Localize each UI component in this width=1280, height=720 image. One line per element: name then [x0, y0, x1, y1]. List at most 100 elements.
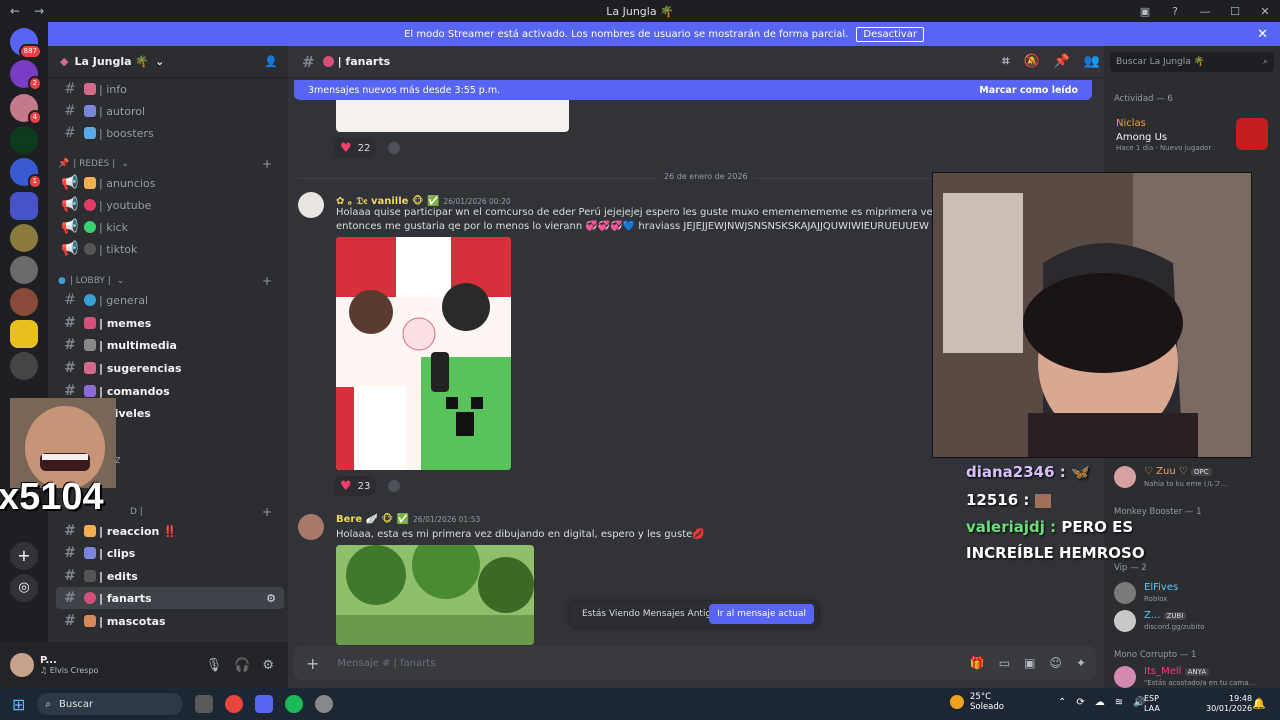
channel-fanarts[interactable]: # | fanarts ⚙ — [56, 587, 284, 609]
inbox-icon[interactable]: ▣ — [1130, 5, 1160, 18]
emoji-icon[interactable]: ☺ — [1049, 656, 1062, 670]
add-reaction-icon[interactable] — [388, 142, 400, 154]
fanart-image[interactable]: Perú — [336, 237, 511, 470]
spotify-icon[interactable] — [285, 695, 304, 713]
members-icon[interactable]: 👥 — [1084, 54, 1100, 69]
clock[interactable]: 19:48 30/01/2026 — [1206, 694, 1252, 714]
activity-user[interactable]: Niclas — [1116, 118, 1146, 129]
chrome-icon[interactable] — [225, 695, 244, 713]
avatar[interactable] — [298, 514, 324, 540]
obs-icon[interactable] — [315, 695, 334, 713]
gear-icon[interactable]: ⚙ — [262, 658, 274, 673]
member-name[interactable]: Z... ZUBI — [1144, 610, 1187, 621]
channel-tiktok[interactable]: 📢 | tiktok — [56, 238, 284, 260]
reaction-heart[interactable]: ♥ 22 — [334, 138, 377, 158]
wifi-icon[interactable]: ≋ — [1115, 697, 1123, 708]
server-icon[interactable] — [10, 224, 38, 252]
server-icon[interactable]: 1 — [10, 158, 42, 189]
discover-icon[interactable]: ◎ — [10, 574, 38, 602]
taskbar-search[interactable]: ⌕ Buscar — [37, 693, 184, 715]
jump-to-present-button[interactable]: Ir al mensaje actual — [709, 604, 814, 624]
channel-boosters[interactable]: # | boosters — [56, 122, 284, 144]
close-icon[interactable]: ✕ — [1257, 27, 1268, 42]
threads-icon[interactable]: ⌗ — [1002, 54, 1009, 69]
pin-icon[interactable]: 📌 — [1054, 54, 1070, 69]
chevron-up-icon[interactable]: ⌃ — [1058, 697, 1066, 708]
channel-anuncios[interactable]: 📢 | anuncios — [56, 172, 284, 194]
message-author[interactable]: Bere 🪽 🐵 ✅ — [336, 514, 409, 525]
discord-icon[interactable] — [255, 695, 274, 713]
reaction-heart[interactable]: ♥ 23 — [334, 476, 377, 496]
language-indicator[interactable]: ESP LAA — [1144, 694, 1160, 714]
sync-icon[interactable]: ⟳ — [1076, 697, 1084, 708]
settings-icon[interactable]: ⚙ — [266, 592, 276, 605]
close-window-icon[interactable]: ✕ — [1250, 5, 1280, 18]
add-attachment-icon[interactable]: + — [306, 654, 319, 673]
add-channel-icon[interactable]: + — [262, 274, 272, 288]
channel-autorol[interactable]: # | autorol — [56, 100, 284, 122]
channel-edits[interactable]: # | edits — [56, 565, 284, 587]
gift-icon[interactable]: 🎁 — [970, 656, 985, 670]
minimize-icon[interactable]: — — [1190, 5, 1220, 18]
add-server-icon[interactable]: + — [10, 542, 38, 570]
server-header[interactable]: ◆ La Jungla 🌴 ⌄ 👤 — [48, 46, 288, 78]
previous-image[interactable] — [336, 100, 569, 132]
category-lobby[interactable]: ● | LOBBY | ⌄ + — [58, 273, 278, 289]
avatar[interactable] — [10, 653, 34, 677]
channel-multimedia[interactable]: # | multimedia — [56, 334, 284, 356]
disable-streamer-button[interactable]: Desactivar — [856, 26, 924, 42]
mark-as-read-button[interactable]: Marcar como leído — [979, 85, 1078, 96]
new-messages-bar[interactable]: 3mensajes nuevos más desde 3:55 p.m. Mar… — [294, 80, 1092, 100]
message-input[interactable]: Mensaje # | fanarts — [337, 658, 435, 669]
mute-icon[interactable]: 🔕 — [1023, 54, 1039, 69]
fanart-image[interactable] — [336, 545, 534, 645]
server-icon-active[interactable] — [10, 320, 38, 348]
server-icon[interactable]: 2 — [10, 60, 42, 91]
channel-partial[interactable]: oz — [108, 448, 168, 470]
avatar[interactable] — [1114, 666, 1136, 688]
headphones-icon[interactable]: 🎧 — [234, 658, 250, 673]
direct-messages-icon[interactable]: 887 — [10, 28, 42, 59]
forward-icon[interactable]: → — [34, 4, 44, 18]
add-channel-icon[interactable]: + — [262, 505, 272, 519]
server-icon[interactable]: 4 — [10, 94, 42, 125]
windows-start-icon[interactable]: ⊞ — [12, 695, 25, 714]
channel-mascotas[interactable]: # | mascotas — [56, 610, 284, 632]
channel-sugerencias[interactable]: # | sugerencias — [56, 357, 284, 379]
microphone-icon[interactable]: 🎙 — [206, 658, 223, 673]
gif-icon[interactable]: ▭ — [999, 656, 1010, 670]
folder-icon[interactable] — [10, 192, 38, 220]
member-name[interactable]: Its_Mell ANYA — [1144, 666, 1210, 677]
apps-icon[interactable]: ✦ — [1076, 656, 1086, 670]
notification-icon[interactable]: 🔔 — [1252, 697, 1266, 710]
sticker-icon[interactable]: ▣ — [1024, 656, 1035, 670]
member-name[interactable]: ElFives — [1144, 582, 1178, 593]
maximize-icon[interactable]: ☐ — [1220, 5, 1250, 18]
add-channel-icon[interactable]: + — [262, 157, 272, 171]
weather-widget[interactable]: 25°C Soleado — [950, 692, 1004, 712]
avatar[interactable] — [1114, 610, 1136, 632]
channel-memes[interactable]: # | memes — [56, 312, 284, 334]
help-icon[interactable]: ? — [1160, 5, 1190, 18]
invite-icon[interactable]: 👤 — [264, 55, 278, 68]
channel-reaccion[interactable]: # | reaccion ‼️ — [56, 520, 284, 542]
server-icon[interactable] — [10, 256, 38, 284]
server-icon[interactable] — [10, 288, 38, 316]
channel-clips[interactable]: # | clips — [56, 542, 284, 564]
cloud-icon[interactable]: ☁ — [1095, 697, 1105, 708]
server-icon-noah[interactable] — [10, 126, 38, 154]
message-composer[interactable]: + Mensaje # | fanarts 🎁 ▭ ▣ ☺ ✦ — [294, 646, 1096, 680]
back-icon[interactable]: ← — [10, 4, 20, 18]
search-input[interactable]: Buscar La Jungla 🌴 ⌕ — [1110, 52, 1274, 72]
channel-kick[interactable]: 📢 | kick — [56, 216, 284, 238]
server-icon[interactable] — [10, 352, 38, 380]
category-redes[interactable]: 📌 | REDES | ⌄ + — [58, 156, 278, 172]
avatar[interactable] — [298, 192, 324, 218]
avatar[interactable] — [1114, 582, 1136, 604]
file-explorer-icon[interactable] — [195, 695, 214, 713]
channel-info[interactable]: # | info — [56, 78, 284, 100]
add-reaction-icon[interactable] — [388, 480, 400, 492]
hash-icon: # — [64, 568, 76, 584]
channel-youtube[interactable]: 📢 | youtube — [56, 194, 284, 216]
channel-general[interactable]: # | general — [56, 289, 284, 311]
